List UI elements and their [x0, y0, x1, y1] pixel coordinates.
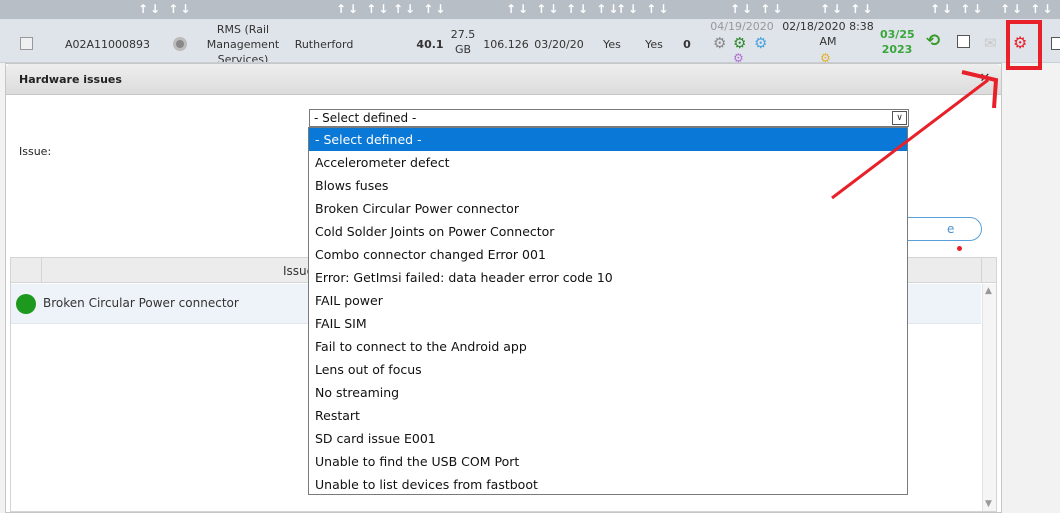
sort-arrows[interactable]: ↑↓ ↑↓	[930, 2, 984, 16]
dropdown-option[interactable]: Error: GetImsi failed: data header error…	[309, 266, 907, 289]
dropdown-option[interactable]: FAIL power	[309, 289, 907, 312]
dropdown-option[interactable]: Blows fuses	[309, 174, 907, 197]
datetime-cell: 02/18/2020 8:38 AM	[782, 20, 874, 48]
scroll-down-icon[interactable]: ▼	[985, 499, 992, 509]
version-cell: 40.1	[416, 38, 444, 51]
expiry-cell: 03/25 2023	[880, 28, 915, 56]
sort-arrows[interactable]: ↑↓ ↑↓	[393, 2, 447, 16]
serial-cell: A02A11000893	[64, 38, 151, 51]
annotation-highlight-box	[1006, 20, 1042, 70]
refresh-icon[interactable]: ⟲	[926, 33, 940, 50]
sort-arrows[interactable]: ↑↓ ↑↓	[1000, 2, 1054, 16]
dropdown-option[interactable]: Unable to find the USB COM Port	[309, 450, 907, 473]
dropdown-option[interactable]: SD card issue E001	[309, 427, 907, 450]
company-cell: RMS (Rail Management Services)	[206, 23, 280, 62]
issue-label: Issue:	[19, 145, 52, 158]
issue-select-value: - Select defined -	[314, 111, 417, 125]
close-icon[interactable]: ✕	[977, 71, 993, 87]
count-cell: 0	[683, 38, 691, 51]
status-radio-icon[interactable]	[173, 37, 187, 51]
table-scrollbar[interactable]: ▲ ▼	[982, 284, 996, 511]
device-row[interactable]: A02A11000893 RMS (Rail Management Servic…	[0, 19, 1060, 65]
dropdown-option[interactable]: Fail to connect to the Android app	[309, 335, 907, 358]
flag2-cell: Yes	[645, 38, 663, 51]
dropdown-option[interactable]: Lens out of focus	[309, 358, 907, 381]
last-check-date: 04/19/2020	[710, 20, 774, 33]
issue-dropdown-list[interactable]: - Select defined - Accelerometer defect Bl…	[308, 127, 908, 495]
dialog-title: Hardware issues	[19, 73, 122, 86]
sort-arrows[interactable]: ↑↓ ↑↓	[566, 2, 620, 16]
dropdown-option[interactable]: Restart	[309, 404, 907, 427]
gear-green-icon[interactable]: ⚙	[733, 36, 746, 51]
dialog-titlebar: Hardware issues ✕	[6, 64, 1001, 95]
dropdown-option[interactable]: Combo connector changed Error 001	[309, 243, 907, 266]
sort-arrows[interactable]: ↑↓ ↑↓	[820, 2, 874, 16]
dropdown-option[interactable]: Cold Solder Joints on Power Connector	[309, 220, 907, 243]
storage-cell: 27.5 GB	[450, 28, 476, 56]
issue-select[interactable]: - Select defined - ∨	[309, 109, 909, 127]
grid-sort-header: ↑↓ ↑↓ ↑↓ ↑↓ ↑↓ ↑↓ ↑↓ ↑↓ ↑↓ ↑↓ ↑↓ ↑↓ ↑↓ ↑…	[0, 0, 1060, 19]
sort-arrows[interactable]: ↑↓ ↑↓	[138, 2, 192, 16]
dropdown-option[interactable]: No streaming	[309, 381, 907, 404]
annotation-dot	[957, 246, 962, 251]
status-ok-icon	[16, 294, 36, 314]
sort-arrows[interactable]: ↑↓ ↑↓	[616, 2, 670, 16]
row-select-checkbox[interactable]	[20, 37, 33, 50]
row-checkbox-edge[interactable]	[1051, 37, 1060, 50]
gear-gray-icon[interactable]: ⚙	[713, 36, 726, 51]
date-cell: 03/20/20	[534, 38, 584, 51]
sort-arrows[interactable]: ↑↓ ↑↓	[730, 2, 784, 16]
location-cell: Rutherford	[294, 38, 354, 51]
sort-arrows[interactable]: ↑↓ ↑↓	[506, 2, 560, 16]
dropdown-option[interactable]: Accelerometer defect	[309, 151, 907, 174]
dropdown-option[interactable]: Broken Circular Power connector	[309, 197, 907, 220]
save-button-label: e	[947, 222, 955, 236]
dropdown-option[interactable]: Unable to list devices from fastboot	[309, 473, 907, 496]
chevron-down-icon[interactable]: ∨	[892, 111, 907, 125]
sort-arrows[interactable]: ↑↓ ↑↓	[336, 2, 390, 16]
flag1-cell: Yes	[603, 38, 621, 51]
scroll-up-icon[interactable]: ▲	[985, 286, 992, 296]
firmware-cell: 106.126	[483, 38, 529, 51]
row-checkbox[interactable]	[957, 35, 970, 48]
dropdown-option[interactable]: FAIL SIM	[309, 312, 907, 335]
mail-icon[interactable]: ✉	[984, 36, 997, 51]
dropdown-option[interactable]: - Select defined -	[309, 128, 907, 151]
issue-text: Broken Circular Power connector	[43, 296, 239, 310]
gear-blue-icon[interactable]: ⚙	[754, 36, 767, 51]
